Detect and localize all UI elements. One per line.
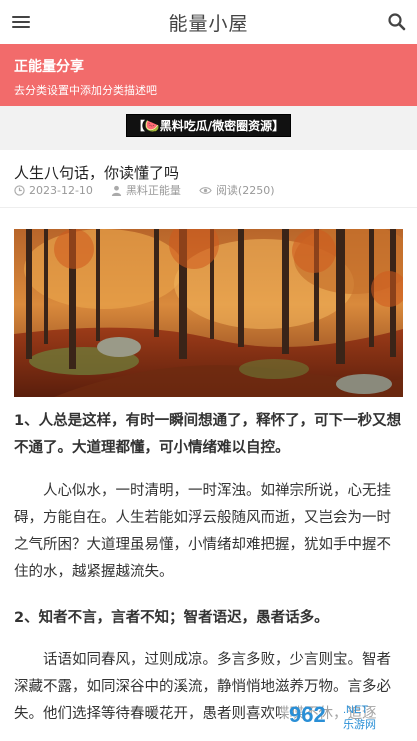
divider [0, 207, 417, 208]
menu-icon[interactable] [12, 13, 30, 31]
article-image [14, 229, 403, 397]
category-title: 正能量分享 [14, 59, 84, 75]
article-title[interactable]: 人生八句话，你读懂了吗 [14, 162, 179, 183]
svg-text:乐游网: 乐游网 [343, 718, 376, 731]
svg-text:962: 962 [289, 702, 326, 727]
search-icon[interactable] [387, 12, 407, 32]
site-watermark: 962 .NET 乐游网 [281, 695, 411, 735]
view-count: 阅读(2250) [215, 184, 275, 197]
category-description: 去分类设置中添加分类描述吧 [14, 84, 157, 97]
clock-icon [14, 184, 25, 196]
post-date: 2023-12-10 [29, 183, 93, 197]
site-title[interactable]: 能量小屋 [168, 9, 248, 36]
category-banner: 正能量分享 去分类设置中添加分类描述吧 [0, 44, 417, 106]
ad-strip: 【🍉黑料吃瓜/微密圈资源】 [0, 106, 417, 144]
post-author[interactable]: 黑料正能量 [126, 182, 181, 198]
section-heading-1: 1、人总是这样，有时一瞬间想通了，释怀了，可下一秒又想不通了。大道理都懂，可小情… [14, 413, 402, 456]
user-icon [111, 185, 122, 196]
eye-icon [199, 186, 212, 194]
author-meta: 黑料正能量 [111, 182, 181, 198]
article-card: 人生八句话，你读懂了吗 2023-12-10 黑料正能量 阅读(2250) 1、… [0, 150, 417, 741]
section-heading-2: 2、知者不言，言者不知；智者语迟，愚者话多。 [14, 610, 329, 626]
views-meta: 阅读(2250) [199, 182, 275, 198]
ad-link[interactable]: 【🍉黑料吃瓜/微密圈资源】 [125, 113, 292, 137]
paragraph-1: 人心似水，一时清明，一时浑浊。如禅宗所说，心无挂碍，方能自在。人生若能如浮云般随… [14, 483, 391, 580]
svg-text:.NET: .NET [343, 704, 368, 716]
top-bar: 能量小屋 [0, 0, 417, 44]
date-meta: 2023-12-10 [14, 184, 93, 197]
article-meta: 2023-12-10 黑料正能量 阅读(2250) [14, 182, 293, 198]
